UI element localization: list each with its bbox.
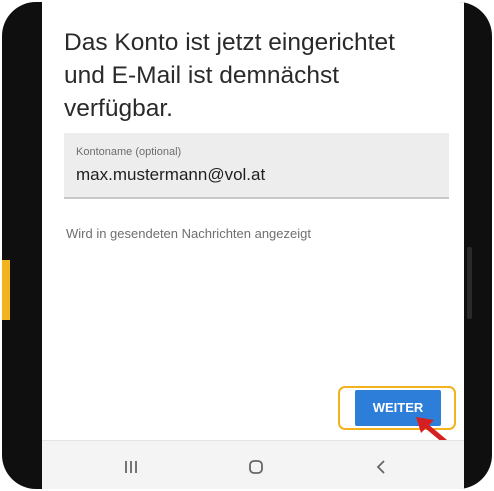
back-icon[interactable] (370, 455, 394, 479)
phone-side-button (467, 247, 472, 319)
home-icon[interactable] (244, 455, 268, 479)
page-title: Das Konto ist jetzt eingerichtet und E-M… (64, 29, 395, 122)
account-name-input[interactable]: max.mustermann@vol.at (76, 165, 265, 185)
phone-screen: Das Konto ist jetzt eingerichtet und E-M… (42, 2, 464, 489)
account-name-label: Kontoname (optional) (76, 146, 182, 158)
phone-frame: Das Konto ist jetzt eingerichtet und E-M… (2, 2, 492, 489)
recent-apps-icon[interactable] (119, 455, 143, 479)
account-name-field[interactable]: Kontoname (optional) max.mustermann@vol.… (64, 133, 449, 199)
helper-text: Wird in gesendeten Nachrichten angezeigt (66, 226, 311, 241)
navigation-bar (42, 440, 464, 489)
side-accent-marker (2, 260, 10, 320)
